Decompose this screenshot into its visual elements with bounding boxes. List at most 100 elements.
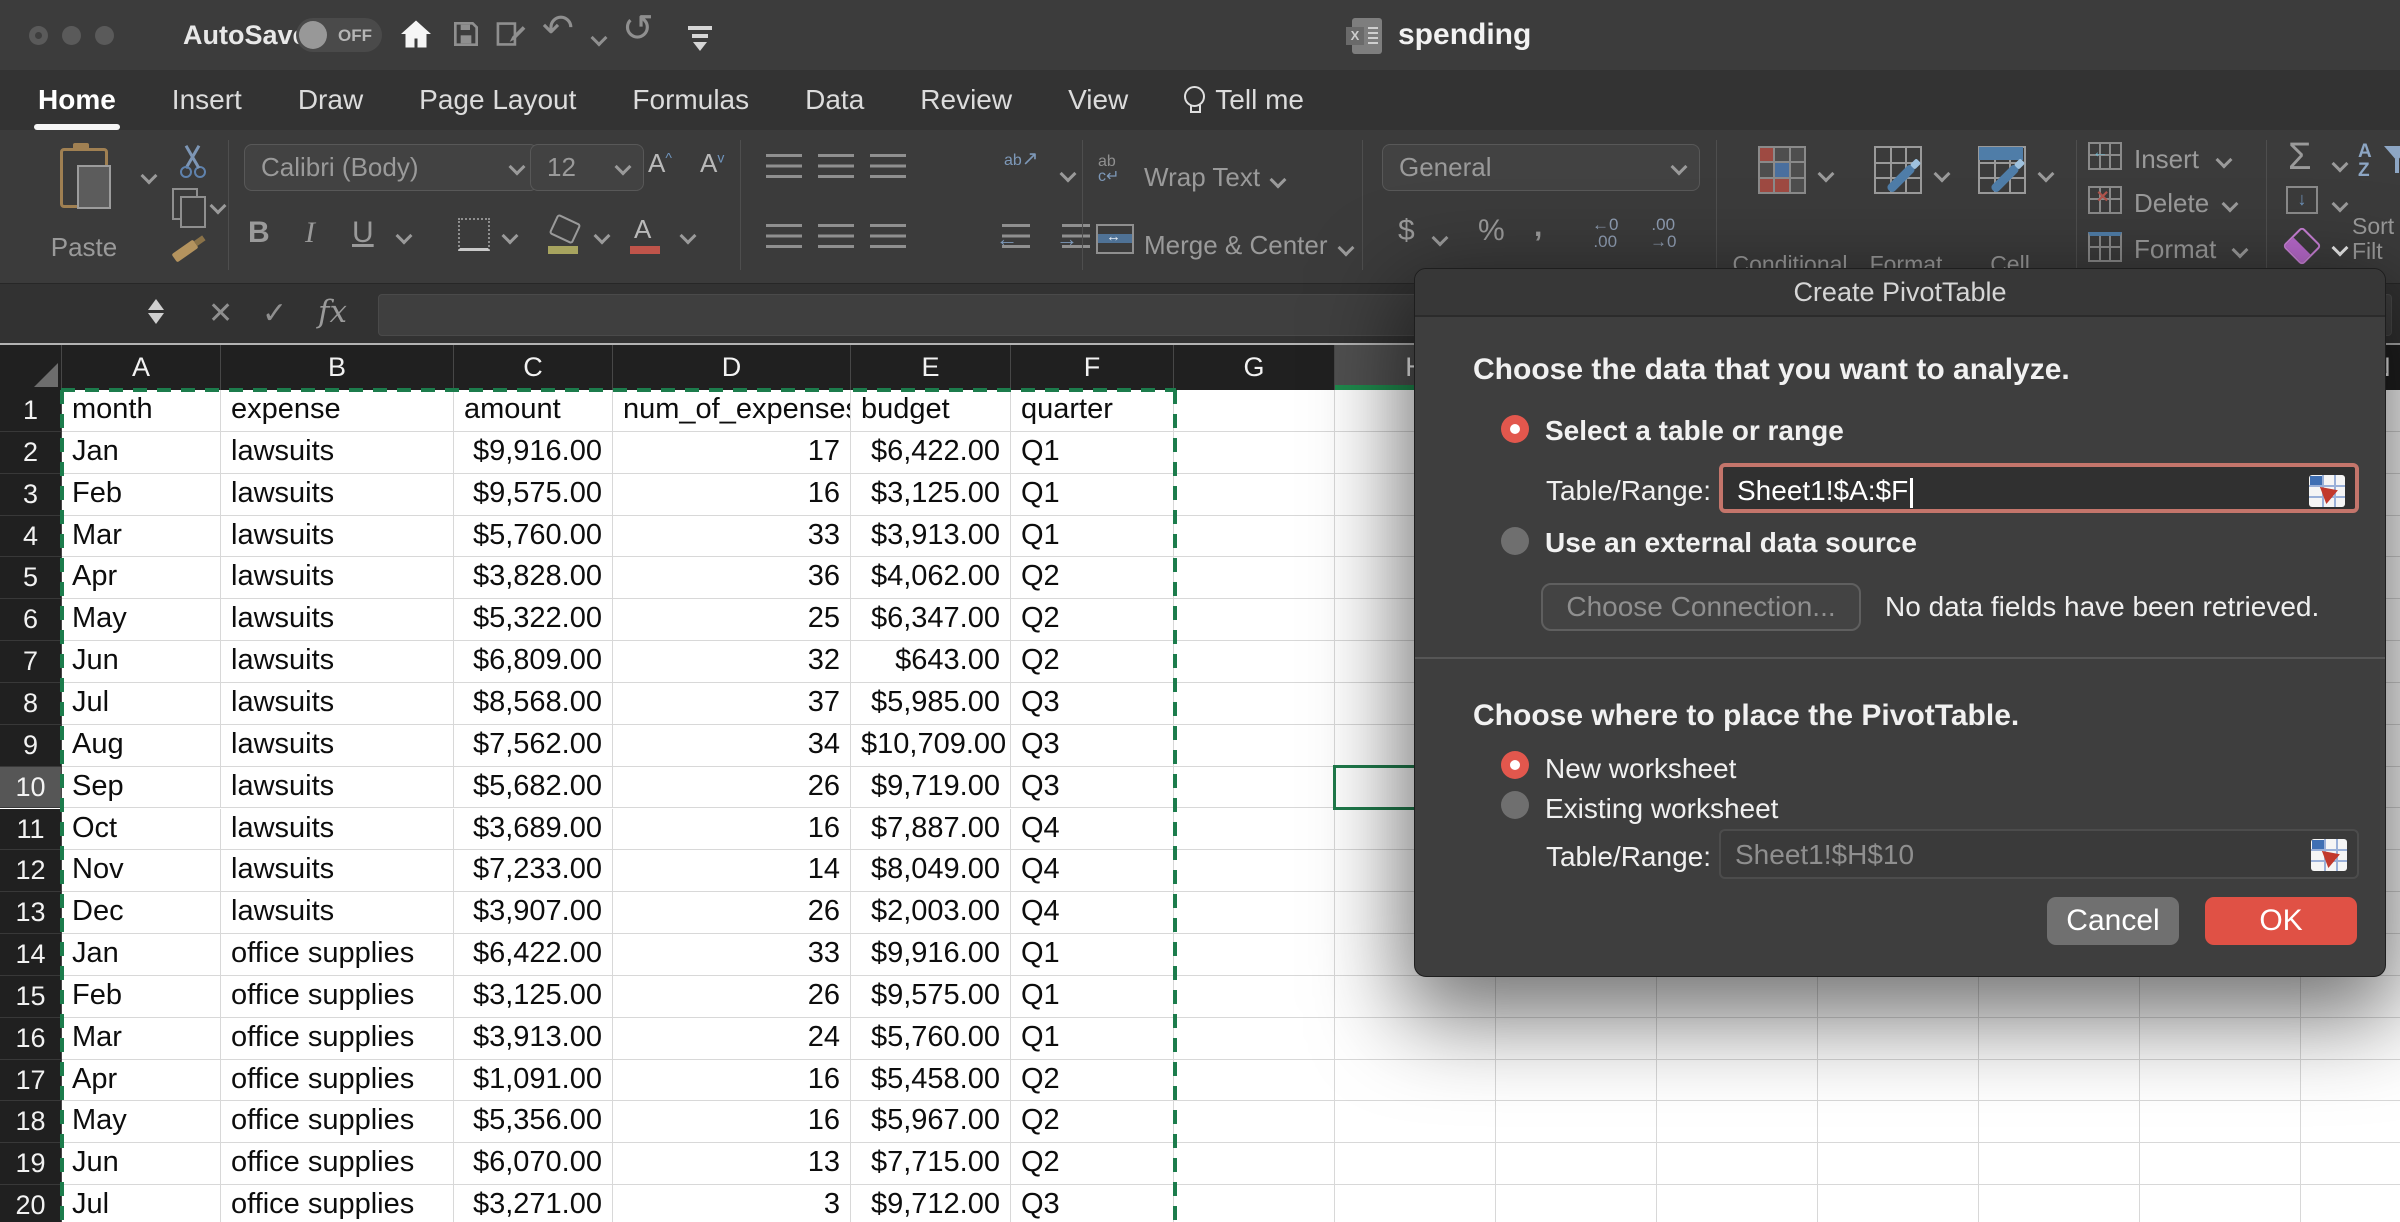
cancel-button[interactable]: Cancel [2047,897,2179,945]
cell-A14[interactable]: Jan [62,934,221,976]
cell-G9[interactable] [1174,725,1335,767]
increase-decimal-icon[interactable]: .00→0 [1650,216,1676,250]
autosum-chevron-icon[interactable] [2332,156,2349,173]
cell-I16[interactable] [1496,1018,1657,1060]
cell-C7[interactable]: $6,809.00 [454,641,613,683]
row-header-18[interactable]: 18 [0,1101,62,1143]
cell-B13[interactable]: lawsuits [221,892,454,934]
align-center-icon[interactable] [818,224,854,248]
cell-J20[interactable] [1657,1185,1818,1222]
cell-F13[interactable]: Q4 [1011,892,1174,934]
cell-F9[interactable]: Q3 [1011,725,1174,767]
cell-H20[interactable] [1335,1185,1496,1222]
cell-C11[interactable]: $3,689.00 [454,809,613,851]
cell-B14[interactable]: office supplies [221,934,454,976]
cell-F18[interactable]: Q2 [1011,1101,1174,1143]
cell-F3[interactable]: Q1 [1011,474,1174,516]
tab-view[interactable]: View [1068,84,1128,116]
font-color-icon[interactable]: A [634,214,651,245]
cell-I19[interactable] [1496,1143,1657,1185]
cell-F10[interactable]: Q3 [1011,767,1174,809]
save-as-icon[interactable] [494,18,528,56]
cell-G2[interactable] [1174,432,1335,474]
row-header-10[interactable]: 10 [0,767,62,809]
cell-C18[interactable]: $5,356.00 [454,1101,613,1143]
cell-A2[interactable]: Jan [62,432,221,474]
cancel-entry-icon[interactable]: ✕ [208,296,233,331]
row-header-9[interactable]: 9 [0,725,62,767]
cell-B1[interactable]: expense [221,390,454,432]
orientation-chevron-icon[interactable] [1060,166,1077,183]
cell-E7[interactable]: $643.00 [851,641,1011,683]
customize-toolbar-icon[interactable] [688,26,712,30]
document-title[interactable]: spending [1398,18,1531,52]
cell-E4[interactable]: $3,913.00 [851,516,1011,558]
cell-F5[interactable]: Q2 [1011,557,1174,599]
external-data-source-radio[interactable] [1501,527,1529,555]
cell-G11[interactable] [1174,809,1335,851]
cell-C6[interactable]: $5,322.00 [454,599,613,641]
cell-M19[interactable] [2140,1143,2301,1185]
row-header-4[interactable]: 4 [0,516,62,558]
cell-E13[interactable]: $2,003.00 [851,892,1011,934]
align-middle-icon[interactable] [818,154,854,178]
tab-tell-me[interactable]: Tell me [1184,84,1304,116]
row-header-19[interactable]: 19 [0,1143,62,1185]
cell-K18[interactable] [1818,1101,1979,1143]
cell-E8[interactable]: $5,985.00 [851,683,1011,725]
cell-A10[interactable]: Sep [62,767,221,809]
cell-D10[interactable]: 26 [613,767,851,809]
cell-F1[interactable]: quarter [1011,390,1174,432]
cell-D8[interactable]: 37 [613,683,851,725]
cell-G15[interactable] [1174,976,1335,1018]
tab-formulas[interactable]: Formulas [632,84,749,116]
cell-D1[interactable]: num_of_expenses [613,390,851,432]
cell-F17[interactable]: Q2 [1011,1060,1174,1102]
cell-B2[interactable]: lawsuits [221,432,454,474]
cell-F14[interactable]: Q1 [1011,934,1174,976]
cell-D17[interactable]: 16 [613,1060,851,1102]
cell-A16[interactable]: Mar [62,1018,221,1060]
cell-G13[interactable] [1174,892,1335,934]
column-header-A[interactable]: A [62,345,221,390]
cell-C15[interactable]: $3,125.00 [454,976,613,1018]
borders-dropdown-chevron-icon[interactable] [502,228,519,245]
row-header-13[interactable]: 13 [0,892,62,934]
cell-D16[interactable]: 24 [613,1018,851,1060]
cell-B5[interactable]: lawsuits [221,557,454,599]
cell-F12[interactable]: Q4 [1011,850,1174,892]
cell-A7[interactable]: Jun [62,641,221,683]
cell-A20[interactable]: Jul [62,1185,221,1222]
cell-C8[interactable]: $8,568.00 [454,683,613,725]
fill-chevron-icon[interactable] [2332,196,2349,213]
cell-M15[interactable] [2140,976,2301,1018]
save-icon[interactable] [450,18,482,56]
bold-button[interactable]: B [248,216,270,250]
cell-I17[interactable] [1496,1060,1657,1102]
cell-C2[interactable]: $9,916.00 [454,432,613,474]
cell-K19[interactable] [1818,1143,1979,1185]
row-header-12[interactable]: 12 [0,850,62,892]
tab-home[interactable]: Home [38,84,116,116]
cell-B19[interactable]: office supplies [221,1143,454,1185]
cell-M18[interactable] [2140,1101,2301,1143]
minimize-window-button[interactable] [62,26,81,45]
external-data-source-label[interactable]: Use an external data source [1545,527,1917,559]
cell-D9[interactable]: 34 [613,725,851,767]
cell-B11[interactable]: lawsuits [221,809,454,851]
cell-E15[interactable]: $9,575.00 [851,976,1011,1018]
cell-G3[interactable] [1174,474,1335,516]
select-table-range-label[interactable]: Select a table or range [1545,415,1844,447]
cell-E1[interactable]: budget [851,390,1011,432]
cell-G17[interactable] [1174,1060,1335,1102]
cell-C4[interactable]: $5,760.00 [454,516,613,558]
cell-A13[interactable]: Dec [62,892,221,934]
cell-B9[interactable]: lawsuits [221,725,454,767]
cell-E9[interactable]: $10,709.00 [851,725,1011,767]
cell-H15[interactable] [1335,976,1496,1018]
cell-D20[interactable]: 3 [613,1185,851,1222]
cell-K16[interactable] [1818,1018,1979,1060]
cell-E2[interactable]: $6,422.00 [851,432,1011,474]
clear-eraser-icon[interactable] [2282,226,2322,266]
cell-M17[interactable] [2140,1060,2301,1102]
